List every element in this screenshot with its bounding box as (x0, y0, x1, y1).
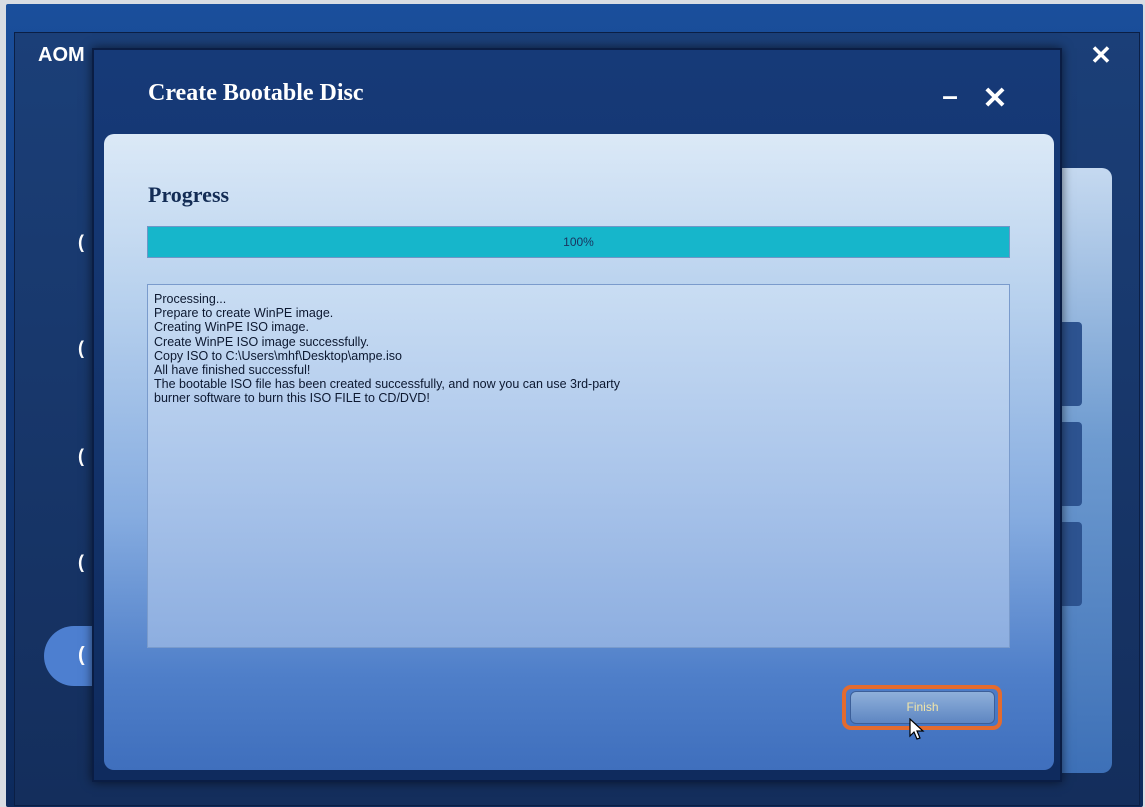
main-window-title: AOM (38, 44, 85, 66)
log-line: Creating WinPE ISO image. (154, 320, 309, 335)
main-right-tab[interactable] (1062, 522, 1082, 606)
log-line: Processing... (154, 292, 227, 306)
main-right-tab[interactable] (1062, 422, 1082, 506)
main-sidebar-item[interactable]: ( (78, 232, 84, 253)
log-line: All have finished successful! (154, 363, 311, 378)
minimize-icon[interactable]: – (936, 82, 964, 112)
progress-bar: 100% (147, 226, 1010, 258)
main-sidebar-item[interactable]: ( (78, 338, 84, 359)
dialog-title: Create Bootable Disc (148, 80, 364, 106)
log-line: The bootable ISO file has been created s… (154, 377, 621, 392)
log-line: Create WinPE ISO image successfully. (154, 334, 370, 349)
main-sidebar-item-label: ( (78, 644, 85, 666)
main-window-close-icon[interactable]: ✕ (1087, 40, 1115, 70)
main-sidebar-item[interactable]: ( (78, 446, 84, 467)
log-output[interactable]: Processing... Prepare to create WinPE im… (147, 284, 1010, 648)
mouse-cursor-icon (909, 718, 925, 740)
log-line: Prepare to create WinPE image. (154, 306, 334, 321)
progress-heading: Progress (148, 182, 230, 207)
log-line: burner software to burn this ISO FILE to… (154, 391, 430, 406)
progress-percent-text: 100% (563, 235, 594, 249)
close-icon[interactable]: ✕ (980, 84, 1010, 114)
main-right-tab[interactable] (1062, 322, 1082, 406)
log-line: Copy ISO to C:\Users\mhf\Desktop\ampe.is… (154, 348, 403, 363)
main-sidebar-item[interactable]: ( (78, 552, 84, 573)
